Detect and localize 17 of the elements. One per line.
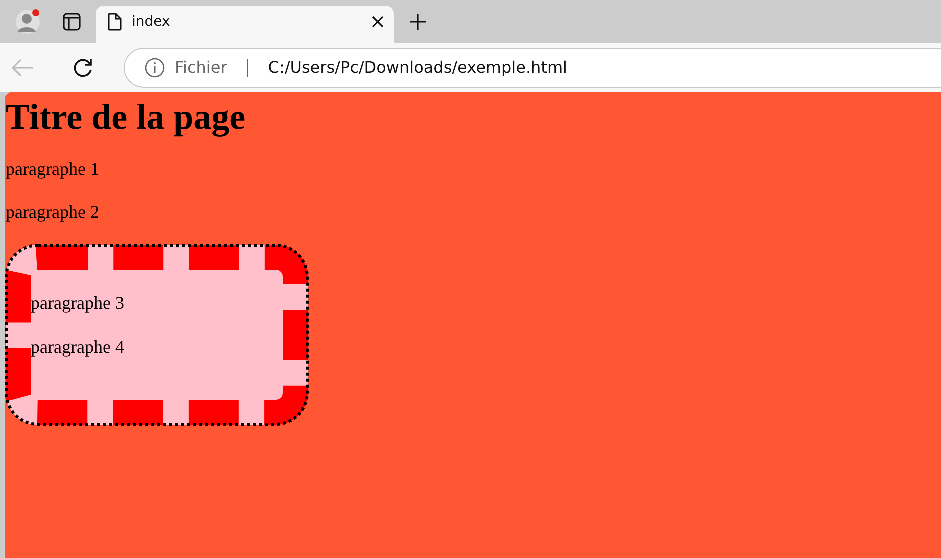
document-icon xyxy=(108,12,122,30)
reload-icon[interactable] xyxy=(72,56,94,78)
page-heading: Titre de la page xyxy=(6,96,246,138)
address-bar[interactable]: Fichier C:/Users/Pc/Downloads/exemple.html xyxy=(124,48,941,88)
browser-tab[interactable]: index xyxy=(96,6,394,43)
close-icon[interactable] xyxy=(372,16,384,28)
tab-actions-icon[interactable] xyxy=(63,12,81,30)
profile-icon[interactable] xyxy=(15,8,41,34)
info-icon[interactable] xyxy=(145,58,165,78)
paragraph: paragraphe 4 xyxy=(31,336,124,358)
scheme-label: Fichier xyxy=(175,58,228,77)
paragraph: paragraphe 1 xyxy=(6,158,100,180)
plus-icon[interactable] xyxy=(409,12,427,30)
tab-title: index xyxy=(132,14,172,30)
paragraph: paragraphe 2 xyxy=(6,201,100,223)
paragraph: paragraphe 3 xyxy=(31,292,124,314)
url-text: C:/Users/Pc/Downloads/exemple.html xyxy=(268,58,568,77)
